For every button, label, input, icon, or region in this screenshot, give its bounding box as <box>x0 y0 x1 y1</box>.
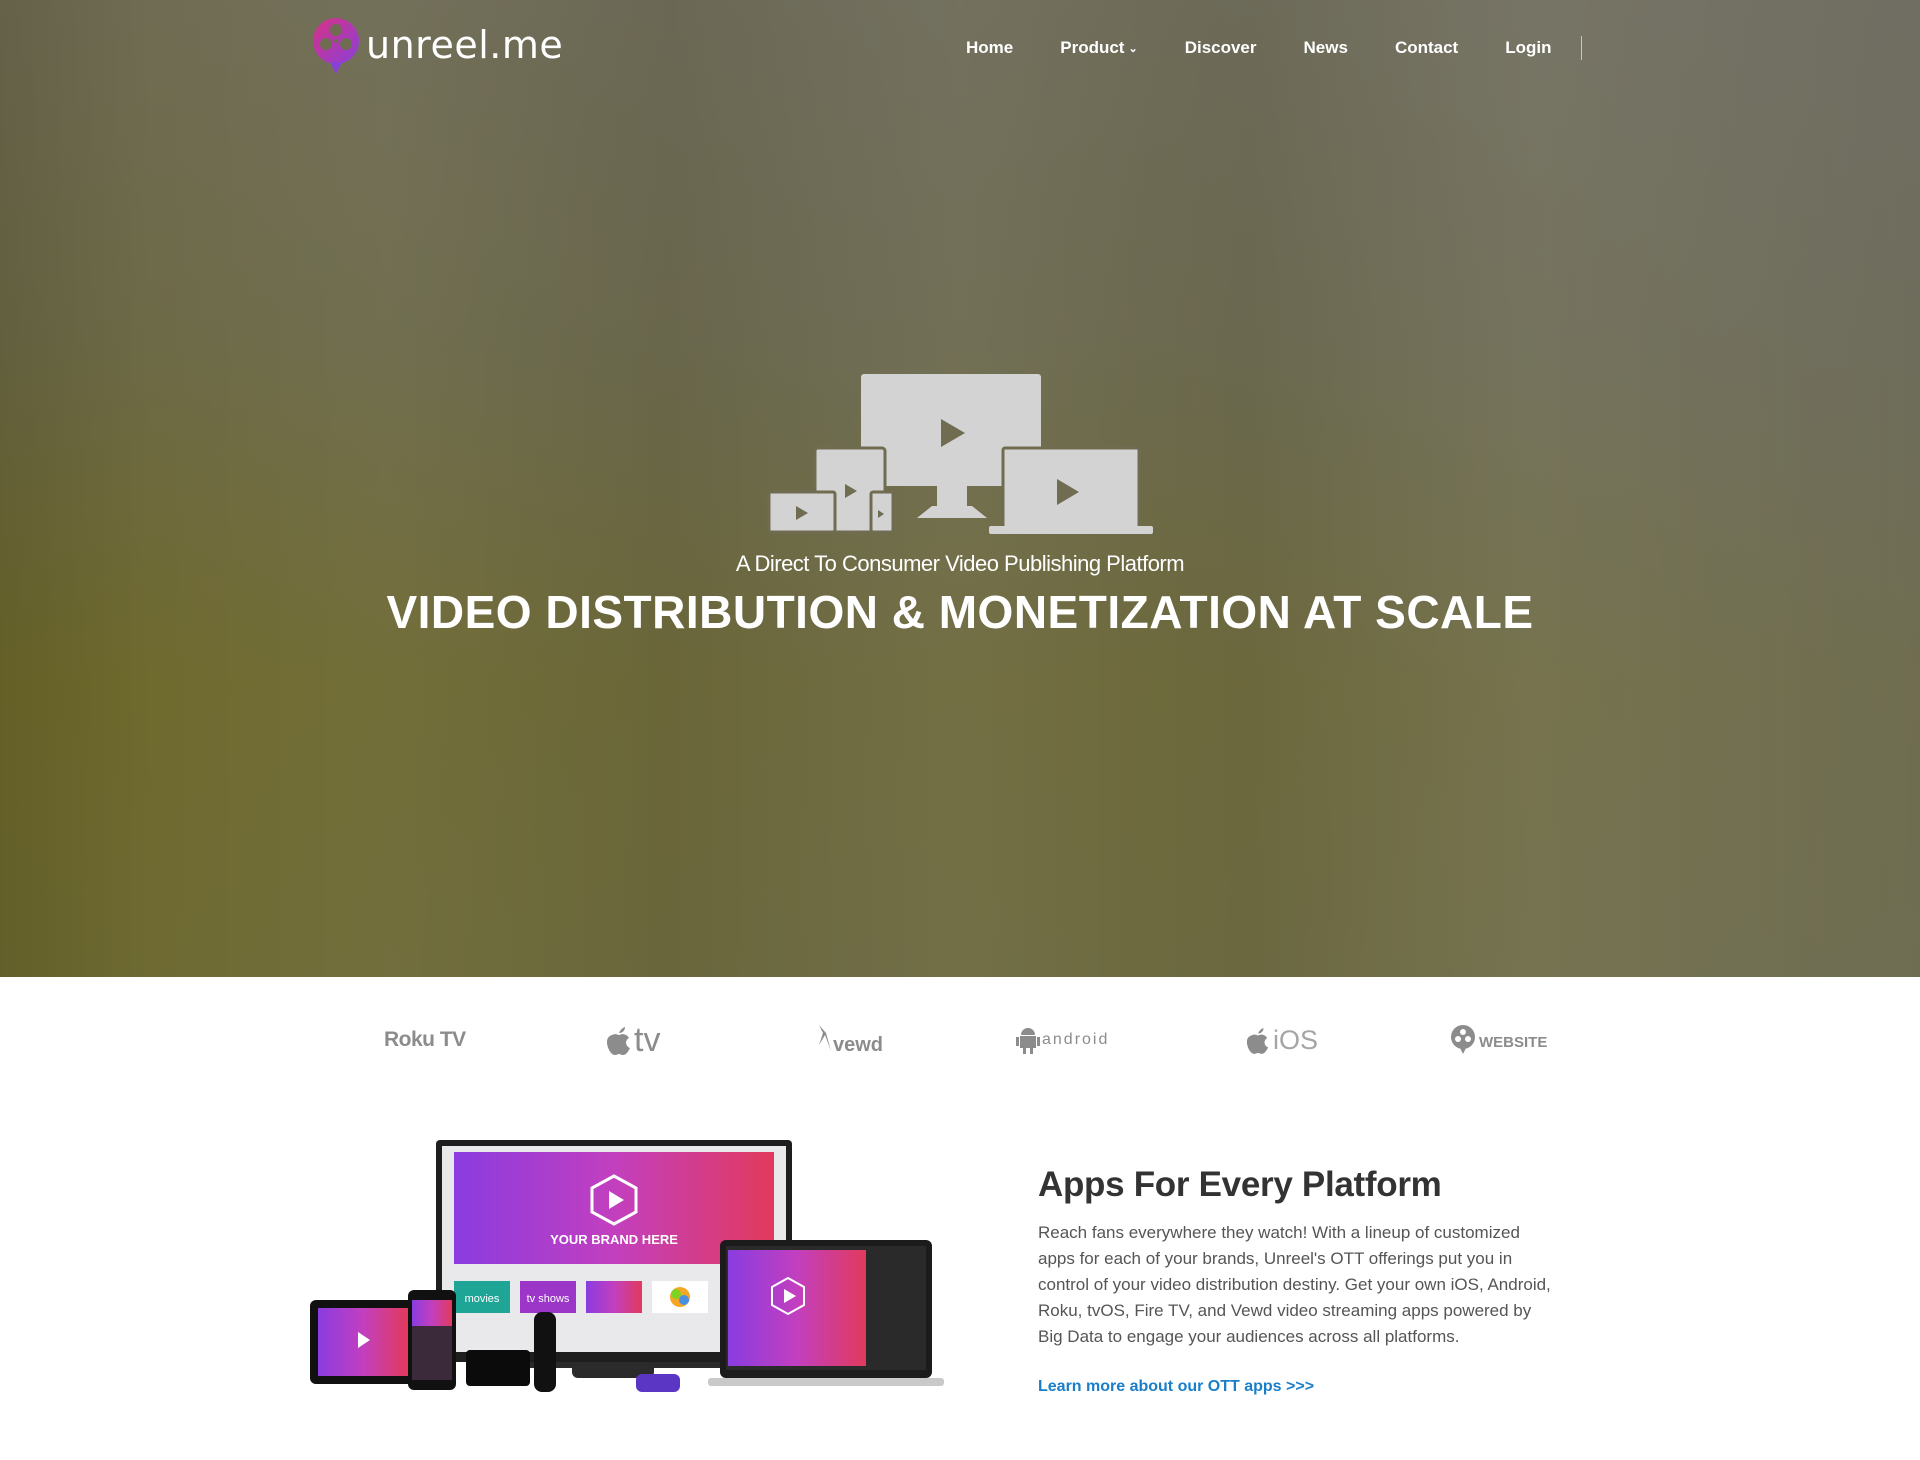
top-navigation: unreel.me Home Product ⌄ Discover News C… <box>0 0 1920 95</box>
apple-icon <box>607 1027 630 1055</box>
nav-login[interactable]: Login <box>1505 38 1551 58</box>
feature-title: Apps For Every Platform <box>1038 1165 1442 1204</box>
android-label: android <box>1042 1031 1110 1048</box>
nav-contact[interactable]: Contact <box>1395 38 1458 58</box>
vewd-label: vewd <box>833 1033 884 1056</box>
website-label: WEBSITE <box>1479 1033 1548 1051</box>
learn-more-ott-link[interactable]: Learn more about our OTT apps >>> <box>1038 1378 1314 1396</box>
tile-tvshows-text: tv shows <box>527 1293 570 1305</box>
menu-divider <box>1581 36 1583 60</box>
apple-tv-label: tv <box>634 1020 661 1059</box>
vewd-logo: vewd <box>817 1000 883 1080</box>
roku-tv-label: Roku TV <box>384 1028 466 1051</box>
tv-brand-text: YOUR BRAND HERE <box>550 1232 678 1247</box>
hero-section: unreel.me Home Product ⌄ Discover News C… <box>0 0 1920 977</box>
tile-movies-text: movies <box>465 1293 500 1305</box>
brand-logo[interactable]: unreel.me <box>312 14 563 76</box>
apple-ios-logo: iOS <box>1246 1000 1318 1080</box>
nav-news[interactable]: News <box>1304 38 1348 58</box>
feature-description: Reach fans everywhere they watch! With a… <box>1038 1223 1551 1346</box>
chevron-down-icon: ⌄ <box>1128 42 1138 55</box>
hero-headline: VIDEO DISTRIBUTION & MONETIZATION AT SCA… <box>386 586 1534 638</box>
website-logo: WEBSITE <box>1450 1000 1547 1080</box>
devices-mockup-image: YOUR BRAND HERE movies tv shows <box>310 1140 944 1392</box>
android-robot-icon <box>1016 1028 1040 1054</box>
film-reel-icon <box>313 18 359 74</box>
nav-home[interactable]: Home <box>966 38 1013 58</box>
multi-device-video-icon <box>767 374 1153 534</box>
nav-discover[interactable]: Discover <box>1185 38 1257 58</box>
hero-subtitle: A Direct To Consumer Video Publishing Pl… <box>735 551 1185 576</box>
nav-product-label: Product <box>1060 38 1125 57</box>
apple-icon <box>1246 1028 1269 1054</box>
ios-label: iOS <box>1273 1024 1319 1055</box>
roku-tv-logo: Roku TV <box>384 1000 466 1080</box>
apple-tv-logo: tv <box>606 1000 660 1080</box>
android-logo: android <box>1016 1000 1109 1080</box>
film-reel-icon <box>1451 1025 1475 1054</box>
platform-logos-strip: Roku TV tv vewd android iOS WEBSITE <box>0 1000 1920 1080</box>
nav-product[interactable]: Product ⌄ <box>1060 38 1137 58</box>
main-menu: Home Product ⌄ Discover News Contact Log… <box>966 36 1583 60</box>
vewd-mark-icon <box>819 1025 831 1051</box>
brand-name: unreel.me <box>366 23 564 67</box>
